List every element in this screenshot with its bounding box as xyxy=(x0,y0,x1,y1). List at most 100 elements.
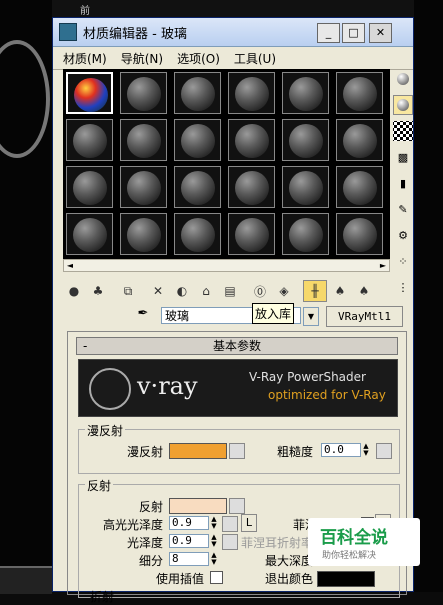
scroll-left-arrow-icon[interactable]: ◄ xyxy=(64,260,76,271)
minimize-button[interactable]: _ xyxy=(317,23,340,43)
glossiness-label: 光泽度 xyxy=(127,536,164,550)
title-bar[interactable]: 材质编辑器 - 玻璃 _ □ ✕ xyxy=(53,18,413,47)
hilight-spinner-arrows[interactable]: ▲ ▼ xyxy=(210,516,218,530)
material-sphere-icon xyxy=(289,171,323,205)
options-icon[interactable]: ⚙ xyxy=(393,225,413,245)
go-to-parent-icon[interactable]: ♠ xyxy=(329,281,351,301)
sample-slot[interactable] xyxy=(120,213,167,255)
sample-slot[interactable] xyxy=(336,213,383,255)
material-id-icon[interactable]: ⓪ xyxy=(249,281,271,301)
sample-slot[interactable] xyxy=(66,166,113,208)
reflection-group-title: 反射 xyxy=(85,477,114,494)
material-name-dropdown[interactable]: ▼ xyxy=(303,307,319,326)
sample-slot[interactable] xyxy=(228,72,275,114)
side-toolbar: ▩ ▮ ✎ ⚙ ⁘ ⋮ xyxy=(393,69,413,303)
material-name-row: ✒ ▼ VRayMtl1 放入库 xyxy=(133,303,408,327)
scroll-right-arrow-icon[interactable]: ► xyxy=(377,260,389,271)
sample-slot[interactable] xyxy=(282,72,329,114)
glossiness-spinner[interactable]: 0.9 xyxy=(169,534,209,548)
put-to-scene-icon[interactable]: ♣ xyxy=(87,281,109,301)
make-preview-icon[interactable]: ✎ xyxy=(393,199,413,219)
diffuse-group-title: 漫反射 xyxy=(85,422,126,439)
basic-parameters-rollout[interactable]: - 基本参数 xyxy=(76,337,398,355)
material-sphere-icon xyxy=(73,124,107,158)
material-sphere-icon xyxy=(127,218,161,252)
sample-slot[interactable] xyxy=(228,213,275,255)
hilight-lock-button[interactable]: L xyxy=(241,514,257,532)
show-end-result-icon[interactable]: ╫ xyxy=(303,280,327,302)
subdivs-spinner-arrows[interactable]: ▲ ▼ xyxy=(210,552,218,566)
material-sphere-icon xyxy=(74,78,108,112)
background-icon[interactable] xyxy=(393,121,413,141)
pick-material-eyedropper-icon[interactable]: ✒ xyxy=(133,306,153,326)
hilight-glossiness-spinner[interactable]: 0.9 xyxy=(169,516,209,530)
roughness-map-button[interactable] xyxy=(376,443,392,459)
sample-slot[interactable] xyxy=(120,72,167,114)
maximize-button[interactable]: □ xyxy=(342,23,365,43)
put-to-library-icon[interactable]: ▤ xyxy=(219,281,241,301)
sample-slot[interactable] xyxy=(228,119,275,161)
diffuse-color-swatch[interactable] xyxy=(169,443,227,459)
sample-slot[interactable] xyxy=(66,72,113,114)
sample-slot[interactable] xyxy=(282,119,329,161)
sample-type-icon[interactable] xyxy=(393,69,413,89)
roughness-spinner[interactable]: 0.0 xyxy=(321,443,361,457)
roughness-spinner-arrows[interactable]: ▲ ▼ xyxy=(362,443,370,457)
get-material-icon[interactable]: ● xyxy=(63,281,85,301)
sample-slot[interactable] xyxy=(66,213,113,255)
glossiness-spinner-arrows[interactable]: ▲ ▼ xyxy=(210,534,218,548)
sample-slot[interactable] xyxy=(174,119,221,161)
sample-uv-icon[interactable]: ▩ xyxy=(393,147,413,167)
hilight-map-button[interactable] xyxy=(222,516,238,532)
make-copy-icon[interactable]: ◐ xyxy=(171,281,193,301)
material-sphere-icon xyxy=(289,77,323,111)
sample-slot[interactable] xyxy=(336,166,383,208)
material-sphere-icon xyxy=(73,218,107,252)
subdivs-spinner[interactable]: 8 xyxy=(169,552,209,566)
material-editor-window: 材质编辑器 - 玻璃 _ □ ✕ 材质(M) 导航(N) 选项(O) 工具(U)… xyxy=(52,17,414,604)
material-sphere-icon xyxy=(343,171,377,205)
select-by-material-icon[interactable]: ⁘ xyxy=(393,251,413,271)
material-type-button[interactable]: VRayMtl1 xyxy=(326,306,403,327)
sample-slot[interactable] xyxy=(336,72,383,114)
vray-logo xyxy=(89,368,131,410)
menu-options[interactable]: 选项(O) xyxy=(177,50,220,67)
slots-horizontal-scrollbar[interactable]: ◄ ► xyxy=(63,259,390,272)
video-check-icon[interactable]: ▮ xyxy=(393,173,413,193)
sample-slot[interactable] xyxy=(282,213,329,255)
sample-slot[interactable] xyxy=(228,166,275,208)
backlight-icon[interactable] xyxy=(393,95,413,115)
go-forward-icon[interactable]: ♠ xyxy=(353,281,375,301)
menu-navigation[interactable]: 导航(N) xyxy=(121,50,163,67)
fresnel-ior-label: 菲涅耳折射率 xyxy=(241,536,314,550)
menu-utilities[interactable]: 工具(U) xyxy=(234,50,276,67)
sample-slot[interactable] xyxy=(282,166,329,208)
sample-slot[interactable] xyxy=(120,119,167,161)
menu-material[interactable]: 材质(M) xyxy=(63,50,107,67)
make-unique-icon[interactable]: ⌂ xyxy=(195,281,217,301)
sample-slot[interactable] xyxy=(66,119,113,161)
reflect-map-button[interactable] xyxy=(229,498,245,514)
sample-slot[interactable] xyxy=(174,166,221,208)
sample-slot[interactable] xyxy=(174,72,221,114)
material-editor-icon xyxy=(59,23,77,41)
close-button[interactable]: ✕ xyxy=(369,23,392,43)
material-sphere-icon xyxy=(343,124,377,158)
material-sphere-icon xyxy=(235,171,269,205)
put-to-library-tooltip: 放入库 xyxy=(252,303,295,324)
sample-slot[interactable] xyxy=(120,166,167,208)
sample-slot[interactable] xyxy=(336,119,383,161)
viewport-label: 前 xyxy=(80,6,90,17)
glossiness-map-button[interactable] xyxy=(222,534,238,550)
banner-title: V-Ray PowerShader xyxy=(249,370,366,384)
diffuse-map-button[interactable] xyxy=(229,443,245,459)
sample-slot[interactable] xyxy=(174,213,221,255)
reflect-color-swatch[interactable] xyxy=(169,498,227,514)
exit-color-swatch[interactable] xyxy=(317,571,375,587)
diffuse-group: 漫反射 漫反射 粗糙度 0.0 ▲ ▼ xyxy=(78,422,400,474)
show-map-icon[interactable]: ◈ xyxy=(273,281,295,301)
material-sphere-icon xyxy=(235,124,269,158)
use-interpolation-checkbox[interactable] xyxy=(210,571,223,584)
assign-to-selection-icon[interactable]: ⧉ xyxy=(117,281,139,301)
reset-icon[interactable]: ✕ xyxy=(147,281,169,301)
